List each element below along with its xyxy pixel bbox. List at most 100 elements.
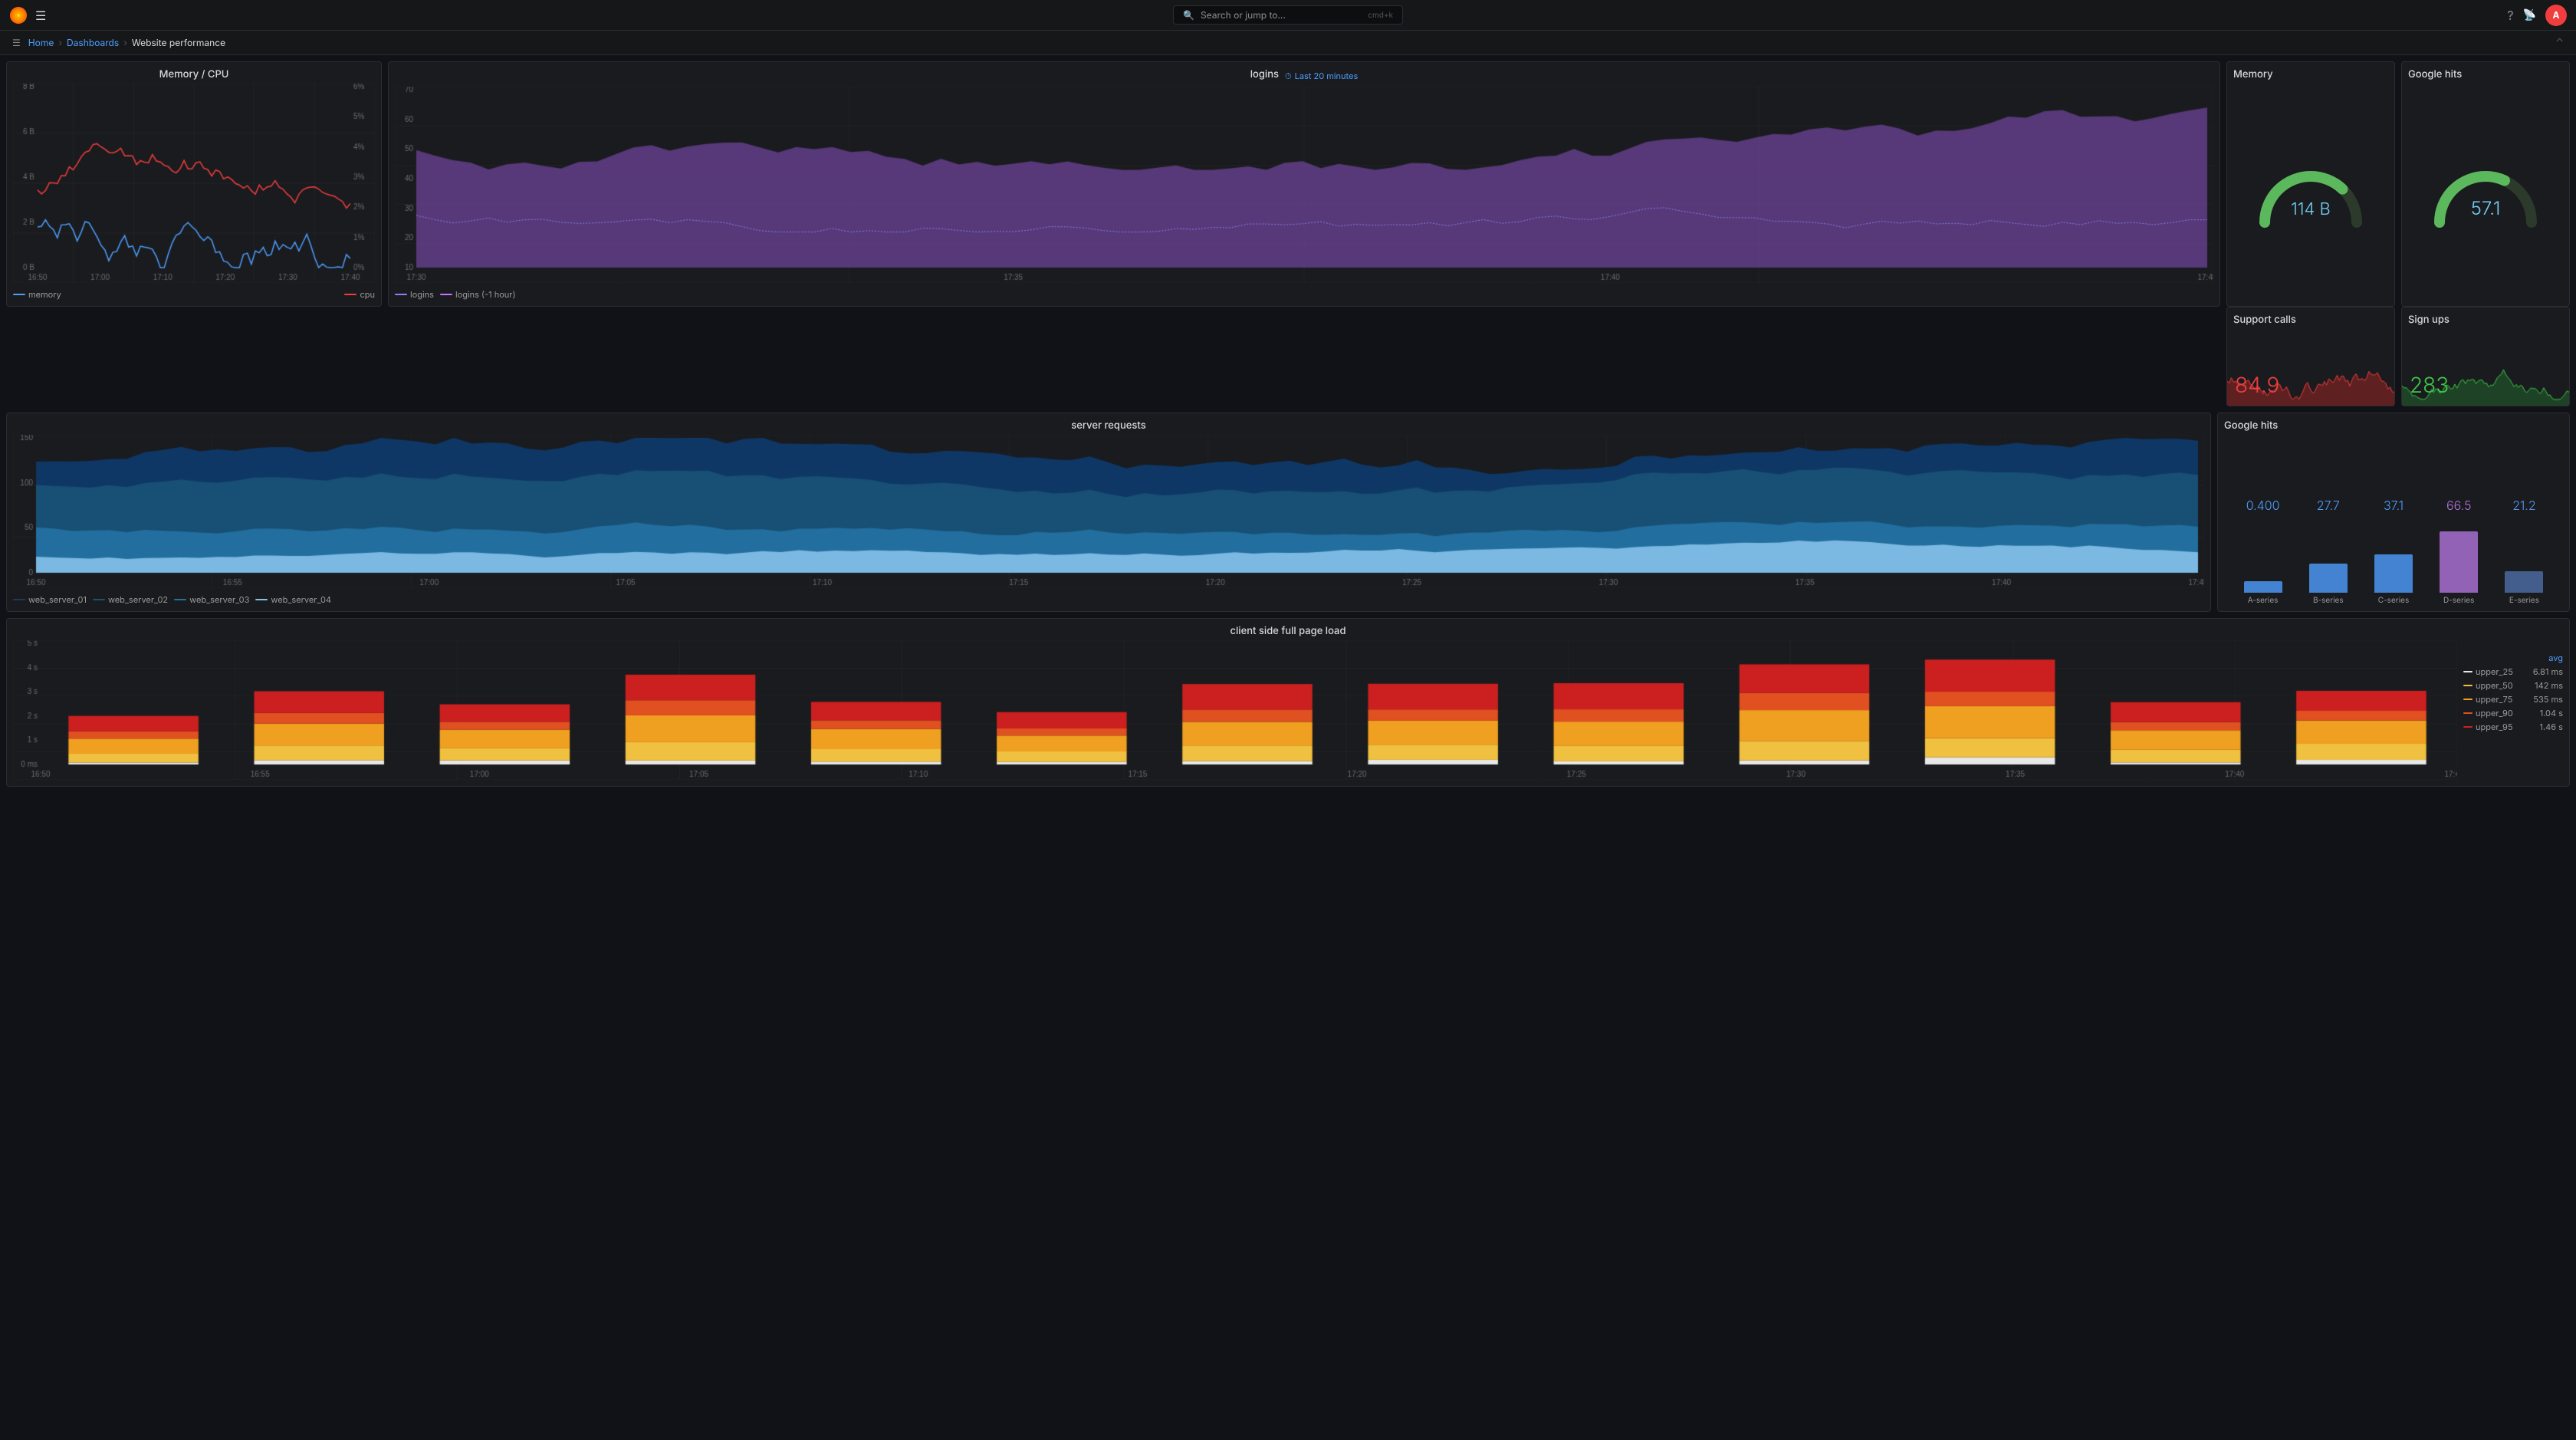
legend-upper95-color — [2463, 726, 2472, 728]
legend-logins-1h-color — [440, 294, 452, 295]
legend-ws01-label: web_server_01 — [28, 594, 87, 605]
bar-b-rect — [2309, 564, 2348, 593]
bar-c-label: C-series — [2378, 596, 2409, 605]
search-icon: 🔍 — [1183, 9, 1194, 21]
legend-logins-label: logins — [410, 289, 434, 300]
memory-gauge-svg: 114 B — [2249, 146, 2372, 238]
bar-b-wrap — [2309, 516, 2348, 593]
google-hits-gauge-container: 57.1 — [2408, 84, 2563, 300]
collapse-icon[interactable]: ⌃ — [2555, 36, 2564, 49]
memory-gauge-panel: Memory 114 B — [2226, 61, 2395, 307]
support-calls-panel: Support calls 84.9 — [2226, 307, 2395, 406]
legend-logins-1h: logins (-1 hour) — [440, 289, 515, 300]
legend-upper25-color — [2463, 671, 2472, 672]
bar-a-label: A-series — [2248, 596, 2279, 605]
legend-ws02-label: web_server_02 — [108, 594, 168, 605]
bar-b-series: 27.7 B-series — [2295, 498, 2361, 605]
bar-d-series: 66.5 D-series — [2426, 498, 2492, 605]
legend-ws04: web_server_04 — [255, 594, 331, 605]
avg-label: avg — [2463, 653, 2563, 663]
breadcrumb-dashboards[interactable]: Dashboards — [67, 37, 119, 48]
legend-cpu-color — [344, 294, 356, 295]
bar-b-label: B-series — [2313, 596, 2344, 605]
bar-c-series: 37.1 C-series — [2361, 498, 2426, 605]
legend-upper75-label: upper_75 — [2476, 694, 2512, 705]
legend-ws04-color — [255, 599, 268, 600]
client-chart-area — [13, 640, 2457, 780]
bar-d-label: D-series — [2443, 596, 2474, 605]
legend-upper95-label: upper_95 — [2476, 722, 2513, 732]
sign-ups-value: 283 — [2410, 372, 2449, 398]
legend-upper50-label: upper_50 — [2476, 680, 2513, 691]
client-page-load-title: client side full page load — [13, 625, 2563, 637]
search-kbd: cmd+k — [1368, 11, 1393, 20]
memory-cpu-canvas — [13, 84, 375, 283]
client-page-load-panel: client side full page load avg upper_25 … — [6, 618, 2570, 787]
memory-cpu-title: Memory / CPU — [13, 68, 375, 81]
bar-c-rect — [2374, 554, 2413, 593]
logins-time-text: Last 20 minutes — [1295, 71, 1359, 81]
row1b: Support calls 84.9 Sign ups 283 — [6, 307, 2570, 406]
legend-ws03: web_server_03 — [174, 594, 249, 605]
breadcrumb-home[interactable]: Home — [28, 37, 54, 48]
legend-ws02: web_server_02 — [93, 594, 168, 605]
legend-logins-color — [395, 294, 407, 295]
server-requests-legend: web_server_01 web_server_02 web_server_0… — [13, 591, 2204, 605]
logins-legend: logins logins (-1 hour) — [395, 286, 2213, 300]
bar-e-label: E-series — [2509, 596, 2539, 605]
google-hits-bar-area: 0.400 A-series 27.7 B-series — [2224, 435, 2563, 605]
client-chart-wrapper: avg upper_25 6.81 ms upper_50 142 ms — [13, 640, 2563, 780]
top-nav: ☰ 🔍 Search or jump to... cmd+k ? 📡 A — [0, 0, 2576, 31]
google-hits-bars-title: Google hits — [2224, 419, 2563, 432]
breadcrumb-sep1: › — [58, 37, 62, 48]
breadcrumb-sep2: › — [123, 37, 127, 48]
legend-upper25: upper_25 6.81 ms — [2463, 666, 2563, 677]
legend-logins-1h-label: logins (-1 hour) — [455, 289, 515, 300]
legend-upper50-value: 142 ms — [2535, 680, 2563, 691]
nav-center: 🔍 Search or jump to... cmd+k — [865, 5, 1711, 25]
client-legend: avg upper_25 6.81 ms upper_50 142 ms — [2463, 640, 2563, 780]
legend-ws02-color — [93, 599, 105, 600]
legend-ws04-label: web_server_04 — [271, 594, 331, 605]
bar-a-value: 0.400 — [2246, 498, 2280, 513]
legend-ws01: web_server_01 — [13, 594, 87, 605]
legend-memory-color — [13, 294, 25, 295]
row2: server requests web_server_01 web_server… — [6, 413, 2570, 612]
bar-d-value: 66.5 — [2446, 498, 2472, 513]
legend-upper90-value: 1.04 s — [2540, 708, 2563, 718]
search-bar[interactable]: 🔍 Search or jump to... cmd+k — [1173, 5, 1403, 25]
legend-upper25-label: upper_25 — [2476, 666, 2513, 677]
legend-ws03-color — [174, 599, 186, 600]
search-placeholder: Search or jump to... — [1201, 9, 1286, 21]
legend-upper50: upper_50 142 ms — [2463, 680, 2563, 691]
google-hits-bars-panel: Google hits 0.400 A-series 27.7 — [2217, 413, 2570, 612]
hamburger-menu[interactable]: ☰ — [35, 8, 46, 23]
row1: Memory / CPU memory cpu logins ⏱ — [6, 61, 2570, 307]
legend-cpu-label: cpu — [360, 289, 375, 300]
server-requests-chart — [13, 435, 2204, 591]
breadcrumb-current: Website performance — [132, 37, 225, 48]
google-hits-gauge-panel: Google hits 57.1 — [2401, 61, 2570, 307]
breadcrumb: ☰ Home › Dashboards › Website performanc… — [0, 31, 2576, 55]
logins-panel: logins ⏱ Last 20 minutes logins logins (… — [388, 61, 2220, 307]
legend-upper75-value: 535 ms — [2533, 694, 2563, 705]
legend-cpu: cpu — [344, 289, 375, 300]
logins-title: logins — [1250, 68, 1279, 81]
support-calls-title: Support calls — [2233, 314, 2388, 326]
legend-upper75-color — [2463, 699, 2472, 700]
memory-cpu-panel: Memory / CPU memory cpu — [6, 61, 382, 307]
google-hits-bar-row: 0.400 A-series 27.7 B-series — [2224, 435, 2563, 605]
bar-c-wrap — [2374, 516, 2413, 593]
news-icon[interactable]: 📡 — [2523, 8, 2536, 21]
help-icon[interactable]: ? — [2507, 8, 2513, 23]
logins-canvas — [395, 87, 2213, 283]
avatar[interactable]: A — [2545, 5, 2567, 26]
legend-logins: logins — [395, 289, 434, 300]
bar-a-rect — [2244, 581, 2282, 593]
legend-upper95-value: 1.46 s — [2540, 722, 2563, 732]
bar-d-rect — [2440, 531, 2478, 593]
hamburger-breadcrumb[interactable]: ☰ — [12, 37, 21, 48]
legend-upper50-color — [2463, 685, 2472, 686]
legend-ws01-color — [13, 599, 25, 600]
google-hits-gauge-svg: 57.1 — [2424, 146, 2547, 238]
